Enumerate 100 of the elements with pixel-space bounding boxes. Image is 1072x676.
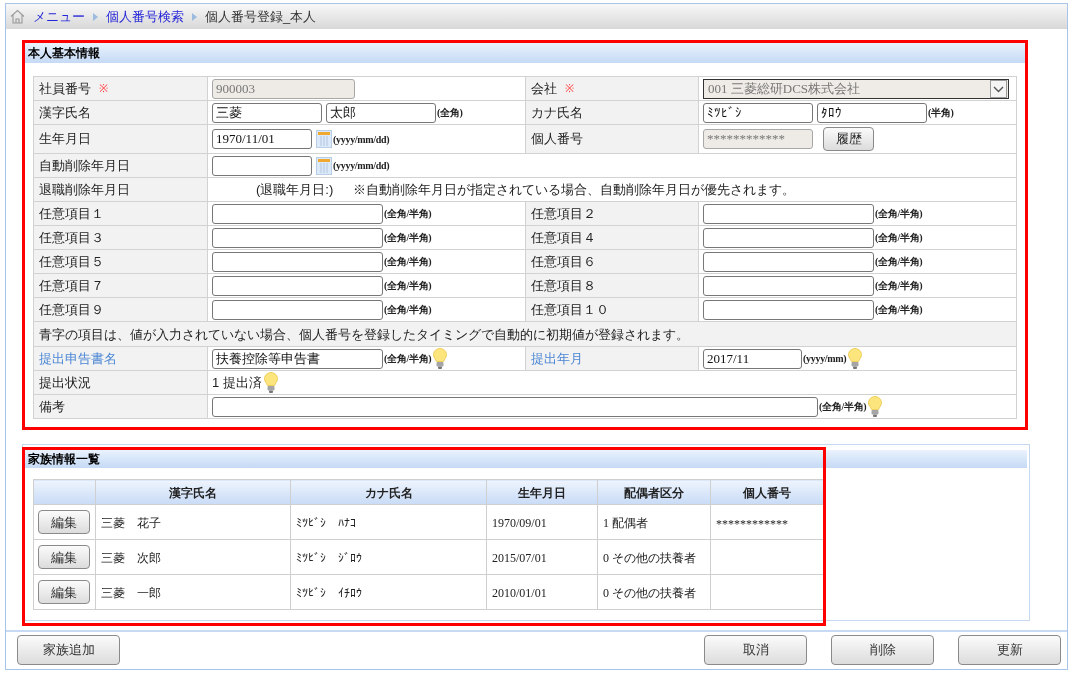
format-hint: (yyyy/mm/dd) bbox=[333, 132, 390, 147]
breadcrumb-current: 個人番号登録_本人 bbox=[205, 7, 317, 26]
table-cell-text: ﾐﾂﾋﾞｼ ｲﾁﾛｳ bbox=[296, 586, 362, 600]
format-hint: (半角) bbox=[928, 106, 954, 120]
required-mark: ※ bbox=[99, 81, 108, 97]
format-hint: (全角/半角) bbox=[875, 279, 923, 293]
text-field[interactable] bbox=[703, 275, 874, 296]
text-field[interactable]: 三菱 bbox=[212, 102, 322, 123]
text-field[interactable] bbox=[212, 251, 383, 272]
action-button[interactable]: 家族追加 bbox=[17, 635, 120, 665]
table-cell-text: 1 配偶者 bbox=[603, 516, 648, 530]
field-label: 任意項目１ bbox=[39, 204, 104, 223]
format-hint: (yyyy/mm) bbox=[803, 352, 847, 366]
table-cell-text: 三菱 次郎 bbox=[101, 551, 161, 565]
action-button[interactable]: 更新 bbox=[958, 635, 1061, 665]
lightbulb-icon bbox=[848, 348, 863, 369]
field-label: 任意項目１０ bbox=[531, 300, 609, 319]
text-field[interactable] bbox=[703, 227, 874, 248]
field-label: 提出年月 bbox=[531, 349, 583, 368]
field-label: 生年月日 bbox=[39, 130, 91, 149]
edit-button[interactable]: 編集 bbox=[38, 510, 90, 535]
format-hint: (yyyy/mm/dd) bbox=[333, 159, 390, 173]
history-button[interactable]: 履歴 bbox=[823, 127, 874, 151]
column-header: 生年月日 bbox=[518, 486, 566, 500]
edit-button[interactable]: 編集 bbox=[38, 580, 90, 605]
format-hint: (全角/半角) bbox=[875, 231, 923, 245]
edit-button[interactable]: 編集 bbox=[38, 545, 90, 570]
field-label: 個人番号 bbox=[531, 130, 583, 149]
action-button[interactable]: 削除 bbox=[831, 635, 934, 665]
format-hint: (全角/半角) bbox=[384, 231, 432, 245]
breadcrumb-link[interactable]: メニュー bbox=[33, 6, 85, 27]
text-field[interactable]: 扶養控除等申告書 bbox=[212, 348, 383, 369]
table-cell-text: 2015/07/01 bbox=[492, 551, 547, 565]
home-icon[interactable] bbox=[10, 9, 25, 24]
format-hint: (全角/半角) bbox=[384, 255, 432, 269]
field-label: 提出申告書名 bbox=[39, 349, 117, 368]
table-cell-text: 1970/09/01 bbox=[492, 516, 547, 530]
format-hint: (全角/半角) bbox=[875, 207, 923, 221]
text-field[interactable] bbox=[212, 203, 383, 224]
retirement-date-text: (退職年月日:) bbox=[256, 180, 334, 199]
table-cell-text: ************ bbox=[716, 517, 788, 531]
field-value: 1 提出済 bbox=[212, 373, 262, 392]
lightbulb-icon bbox=[433, 348, 448, 369]
field-label: 任意項目５ bbox=[39, 252, 104, 271]
text-field[interactable]: ﾀﾛｳ bbox=[817, 102, 927, 123]
field-label: 任意項目９ bbox=[39, 300, 104, 319]
text-field[interactable] bbox=[212, 396, 818, 417]
text-field[interactable] bbox=[212, 299, 383, 320]
field-label: 漢字氏名 bbox=[39, 103, 91, 122]
field-label: 会社 bbox=[531, 79, 557, 98]
column-header: カナ氏名 bbox=[364, 486, 413, 500]
field-label: 自動削除年月日 bbox=[39, 156, 130, 175]
breadcrumb-arrow-icon bbox=[93, 12, 98, 21]
text-field[interactable] bbox=[703, 251, 874, 272]
date-field[interactable]: 1970/11/01 bbox=[212, 129, 312, 149]
field-label: 任意項目４ bbox=[531, 228, 596, 247]
info-note: 青字の項目は、値が入力されていない場合、個人番号を登録したタイミングで自動的に初期値が登録されます。 bbox=[39, 327, 689, 342]
date-field[interactable]: 2017/11 bbox=[703, 348, 802, 369]
format-hint: (全角/半角) bbox=[384, 303, 432, 317]
text-field[interactable]: ﾐﾂﾋﾞｼ bbox=[703, 102, 813, 123]
field-label: 社員番号 bbox=[39, 79, 91, 98]
table-cell-text: 0 その他の扶養者 bbox=[603, 551, 696, 565]
format-hint: (全角/半角) bbox=[384, 279, 432, 293]
column-header: 漢字氏名 bbox=[169, 486, 217, 500]
text-field[interactable] bbox=[703, 299, 874, 320]
field-value: ※自動削除年月日が指定されている場合、自動削除年月日が優先されます。 bbox=[353, 180, 796, 199]
column-header: 配偶者区分 bbox=[624, 486, 684, 500]
field-label: 提出状況 bbox=[39, 373, 91, 392]
section-title: 本人基本情報 bbox=[28, 45, 100, 62]
format-hint: (全角/半角) bbox=[384, 352, 432, 366]
table-cell-text: 三菱 一郎 bbox=[101, 586, 161, 600]
format-hint: (全角/半角) bbox=[819, 400, 867, 414]
text-field[interactable] bbox=[703, 203, 874, 224]
breadcrumb-arrow-icon bbox=[192, 12, 197, 21]
table-cell-text: 0 その他の扶養者 bbox=[603, 586, 696, 600]
field-label: 任意項目２ bbox=[531, 204, 596, 223]
format-hint: (全角/半角) bbox=[384, 207, 432, 221]
text-field[interactable] bbox=[212, 227, 383, 248]
date-field[interactable] bbox=[212, 155, 312, 176]
format-hint: (全角) bbox=[437, 106, 463, 120]
table-cell-text: 2010/01/01 bbox=[492, 586, 547, 600]
format-hint: (全角/半角) bbox=[875, 303, 923, 317]
lightbulb-icon bbox=[868, 396, 883, 417]
breadcrumb-link[interactable]: 個人番号検索 bbox=[106, 6, 184, 27]
field-label: 任意項目７ bbox=[39, 276, 104, 295]
table-cell-text: ﾐﾂﾋﾞｼ ｼﾞﾛｳ bbox=[296, 551, 362, 565]
lightbulb-icon bbox=[263, 372, 278, 393]
table-cell-text: ﾐﾂﾋﾞｼ ﾊﾅｺ bbox=[296, 516, 356, 530]
required-mark: ※ bbox=[565, 81, 574, 97]
field-label: 任意項目８ bbox=[531, 276, 596, 295]
field-label: カナ氏名 bbox=[531, 103, 583, 122]
field-label: 任意項目６ bbox=[531, 252, 596, 271]
field-label: 備考 bbox=[39, 397, 65, 416]
table-cell-text: 三菱 花子 bbox=[101, 516, 161, 530]
field-label: 任意項目３ bbox=[39, 228, 104, 247]
text-field[interactable] bbox=[212, 275, 383, 296]
text-field[interactable]: 太郎 bbox=[326, 102, 436, 123]
action-button[interactable]: 取消 bbox=[704, 635, 807, 665]
section-title: 家族情報一覧 bbox=[28, 451, 100, 468]
column-header: 個人番号 bbox=[743, 486, 791, 500]
